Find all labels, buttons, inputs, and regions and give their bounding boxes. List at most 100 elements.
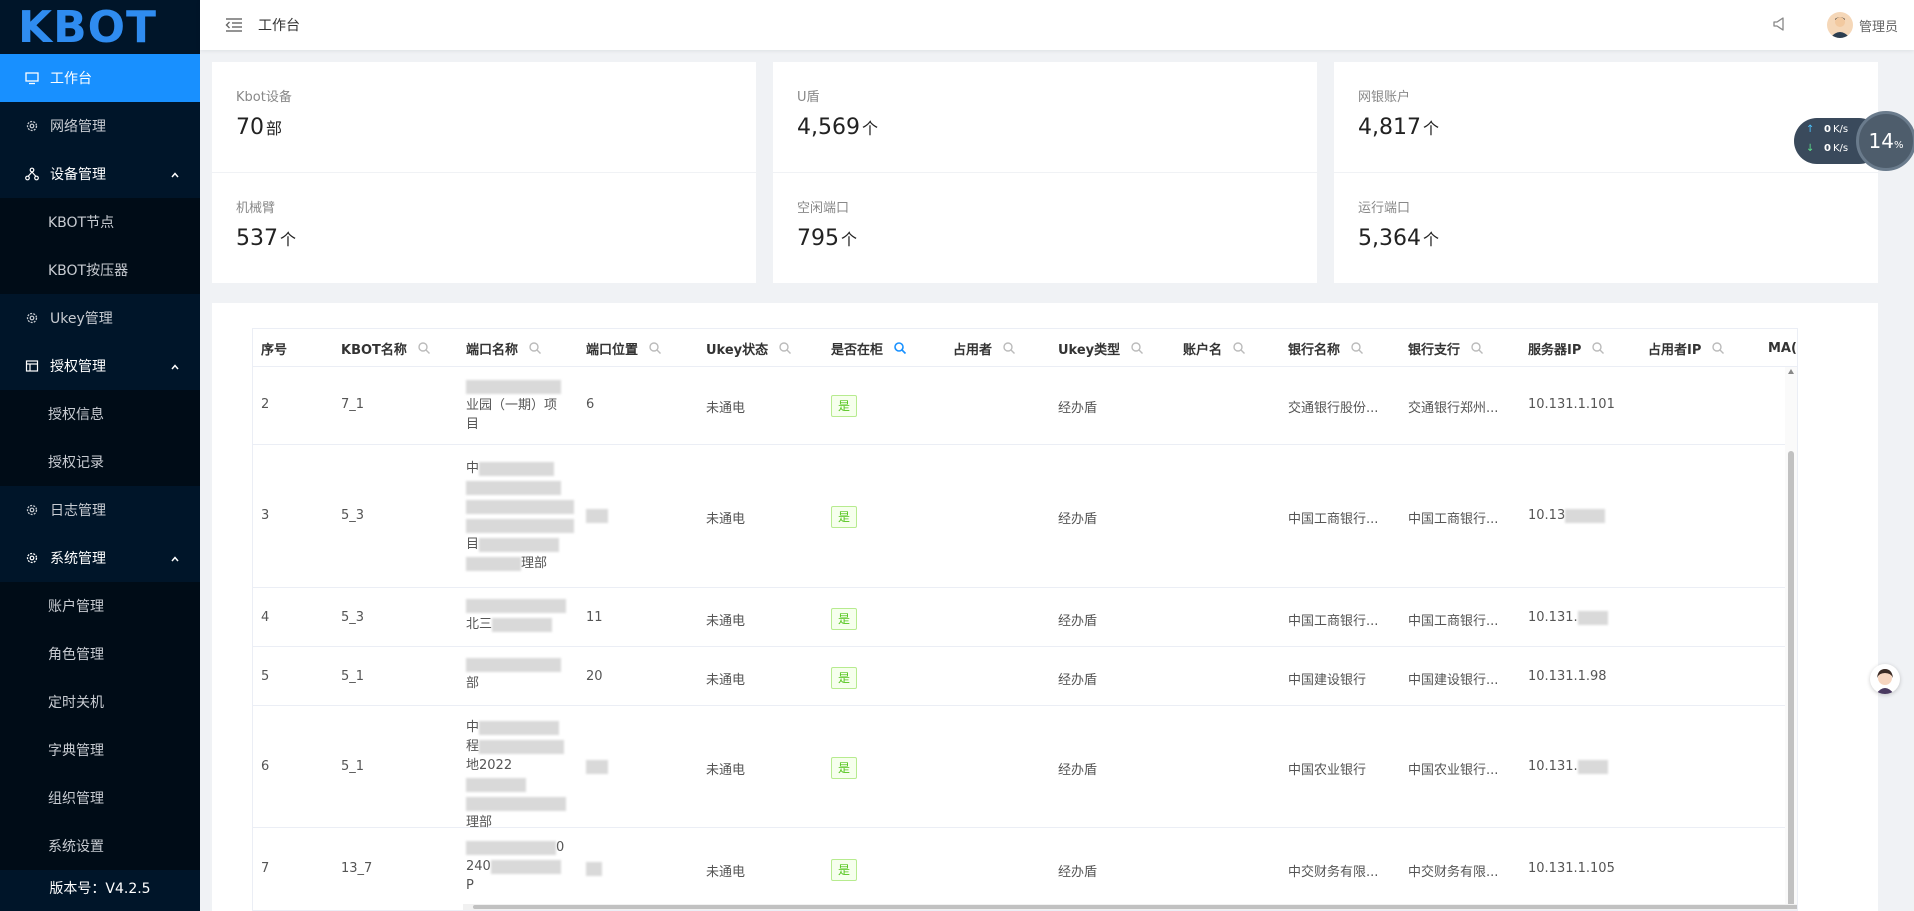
search-icon[interactable] [1130, 341, 1144, 355]
table-row[interactable]: 2 7_1 业园（一期）项 目 6 未通电 是 经办盾 交通银行股份... 交通… [253, 367, 1797, 445]
sidebar-item-network[interactable]: 网络管理 [0, 102, 200, 150]
column-title: 服务器IP [1528, 342, 1582, 358]
vertical-scrollbar[interactable] [1785, 367, 1797, 910]
cell-bank-branch: 中国工商银行... [1408, 614, 1499, 629]
port-name-line [466, 497, 574, 516]
search-icon[interactable] [648, 341, 662, 355]
gauge-unit: % [1893, 139, 1904, 151]
cpu-gauge[interactable]: 14% [1856, 111, 1914, 171]
port-name-line: 240 [466, 857, 566, 876]
sidebar-item-license-records[interactable]: 授权记录 [0, 438, 200, 486]
scrollbar-thumb[interactable] [1788, 451, 1794, 910]
table-row[interactable]: 3 5_3 中 目 理部 未通电 是 经办盾 中国工商银行... 中国工商银行.… [253, 445, 1797, 588]
stat-number: 70 [236, 115, 264, 140]
stat-label: 网银账户 [1358, 90, 1411, 105]
scrollbar-thumb[interactable] [473, 905, 1797, 909]
stat-number: 795 [797, 226, 839, 251]
search-icon[interactable] [417, 341, 431, 355]
scroll-up-arrow-icon[interactable] [1788, 369, 1794, 374]
cell-port-name: 业园（一期）项 目 [466, 377, 566, 434]
submenu-device: KBOT节点 KBOT按压器 [0, 198, 200, 294]
table-row[interactable]: 4 5_3 北三 11 未通电 是 经办盾 中国工商银行... 中国工商银行..… [253, 588, 1797, 647]
notification-icon[interactable] [1771, 15, 1791, 35]
horizontal-scrollbar[interactable] [463, 904, 1797, 910]
table-row[interactable]: 7 13_7 0 240 P 未通电 是 经办盾 中交财务有限... 中交财务有… [253, 828, 1797, 910]
cell-port-position [586, 861, 602, 876]
column-title: 端口位置 [586, 342, 639, 358]
cell-no: 4 [261, 610, 270, 625]
sidebar-item-label: 系统管理 [50, 551, 106, 567]
sidebar-item-license-info[interactable]: 授权信息 [0, 390, 200, 438]
cell-ukey-status: 未通电 [706, 763, 746, 778]
stat-card-bank-accounts: 网银账户 4,817 个 [1334, 62, 1878, 172]
arrow-up-icon: ↑ [1806, 124, 1815, 135]
cell-ukey-status: 未通电 [706, 512, 746, 527]
cell-server-ip: 10.13 [1528, 508, 1606, 523]
sidebar-item-label: 字典管理 [48, 743, 104, 759]
chevron-up-icon [170, 552, 180, 568]
search-icon[interactable] [1232, 341, 1246, 355]
cell-in-cabinet: 是 [831, 506, 858, 528]
sidebar-item-scheduled-shutdown[interactable]: 定时关机 [0, 678, 200, 726]
sidebar-item-settings[interactable]: 系统设置 [0, 822, 200, 870]
port-name-line [466, 655, 566, 674]
ip-text: 10.131. [1528, 759, 1578, 774]
assistant-avatar-icon[interactable] [1870, 664, 1900, 694]
speed-unit: K/s [1832, 143, 1849, 154]
cell-kbot: 7_1 [341, 397, 365, 412]
sidebar-group-device[interactable]: 设备管理 [0, 150, 200, 198]
sidebar-item-label: 角色管理 [48, 647, 104, 663]
column-title: 占用者 [953, 342, 993, 358]
sidebar-item-ukey[interactable]: Ukey管理 [0, 294, 200, 342]
sidebar-item-label: 设备管理 [50, 167, 106, 183]
submenu-system: 账户管理 角色管理 定时关机 字典管理 组织管理 系统设置 [0, 582, 200, 870]
search-icon[interactable] [1591, 341, 1605, 355]
cell-in-cabinet: 是 [831, 608, 858, 630]
redacted-text [466, 777, 526, 792]
avatar[interactable] [1826, 12, 1853, 38]
collapse-menu-icon[interactable] [224, 15, 244, 35]
column-title: 银行名称 [1288, 342, 1341, 358]
cell-in-cabinet: 是 [831, 757, 858, 779]
redacted-text [479, 739, 565, 754]
sidebar-item-dictionary[interactable]: 字典管理 [0, 726, 200, 774]
cell-bank-name: 交通银行股份... [1288, 401, 1379, 416]
search-icon[interactable] [778, 341, 792, 355]
search-icon[interactable] [528, 341, 542, 355]
sidebar-item-logs[interactable]: 日志管理 [0, 486, 200, 534]
search-icon[interactable] [1711, 341, 1725, 355]
cell-server-ip: 10.131.1.101 [1528, 397, 1615, 412]
redacted-text [466, 480, 561, 495]
sidebar-item-label: 授权记录 [48, 455, 104, 471]
sidebar-item-label: KBOT节点 [48, 215, 115, 231]
cell-kbot: 5_3 [341, 508, 365, 523]
user-name[interactable]: 管理员 [1859, 16, 1898, 35]
speed-unit: K/s [1832, 124, 1849, 135]
sidebar-item-dashboard[interactable]: 工作台 [0, 54, 200, 102]
column-title: KBOT名称 [341, 342, 407, 358]
search-icon[interactable] [1002, 341, 1016, 355]
sidebar-item-label: 授权信息 [48, 407, 104, 423]
sidebar-item-roles[interactable]: 角色管理 [0, 630, 200, 678]
search-icon[interactable] [1470, 341, 1484, 355]
sidebar-item-accounts[interactable]: 账户管理 [0, 582, 200, 630]
search-icon-active[interactable] [893, 341, 907, 355]
cell-in-cabinet: 是 [831, 667, 858, 689]
sidebar-item-kbot-node[interactable]: KBOT节点 [0, 198, 200, 246]
port-name-line [466, 516, 574, 535]
data-table: 序号 KBOT名称 端口名称 端口位置 Ukey状态 是否在柜 占用者 Ukey… [252, 328, 1798, 911]
sidebar-item-organization[interactable]: 组织管理 [0, 774, 200, 822]
stat-value: 4,569 个 [797, 115, 1293, 140]
table-row[interactable]: 5 5_1 部 20 未通电 是 经办盾 中国建设银行 中国建设银行... 10… [253, 647, 1797, 706]
stat-number: 4,817 [1358, 115, 1421, 140]
sidebar-item-kbot-presser[interactable]: KBOT按压器 [0, 246, 200, 294]
search-icon[interactable] [1350, 341, 1364, 355]
redacted-text [466, 556, 521, 571]
redacted-text [466, 598, 566, 613]
sidebar-group-license[interactable]: 授权管理 [0, 342, 200, 390]
cell-no: 5 [261, 669, 270, 684]
table-row[interactable]: 6 5_1 中 程 地2022 理部 未通电 是 经办盾 中国农业银行 中国农业… [253, 706, 1797, 830]
column-header-occupier: 占用者 [953, 329, 1016, 367]
sidebar-group-system[interactable]: 系统管理 [0, 534, 200, 582]
port-name-line: 目 [466, 417, 480, 432]
